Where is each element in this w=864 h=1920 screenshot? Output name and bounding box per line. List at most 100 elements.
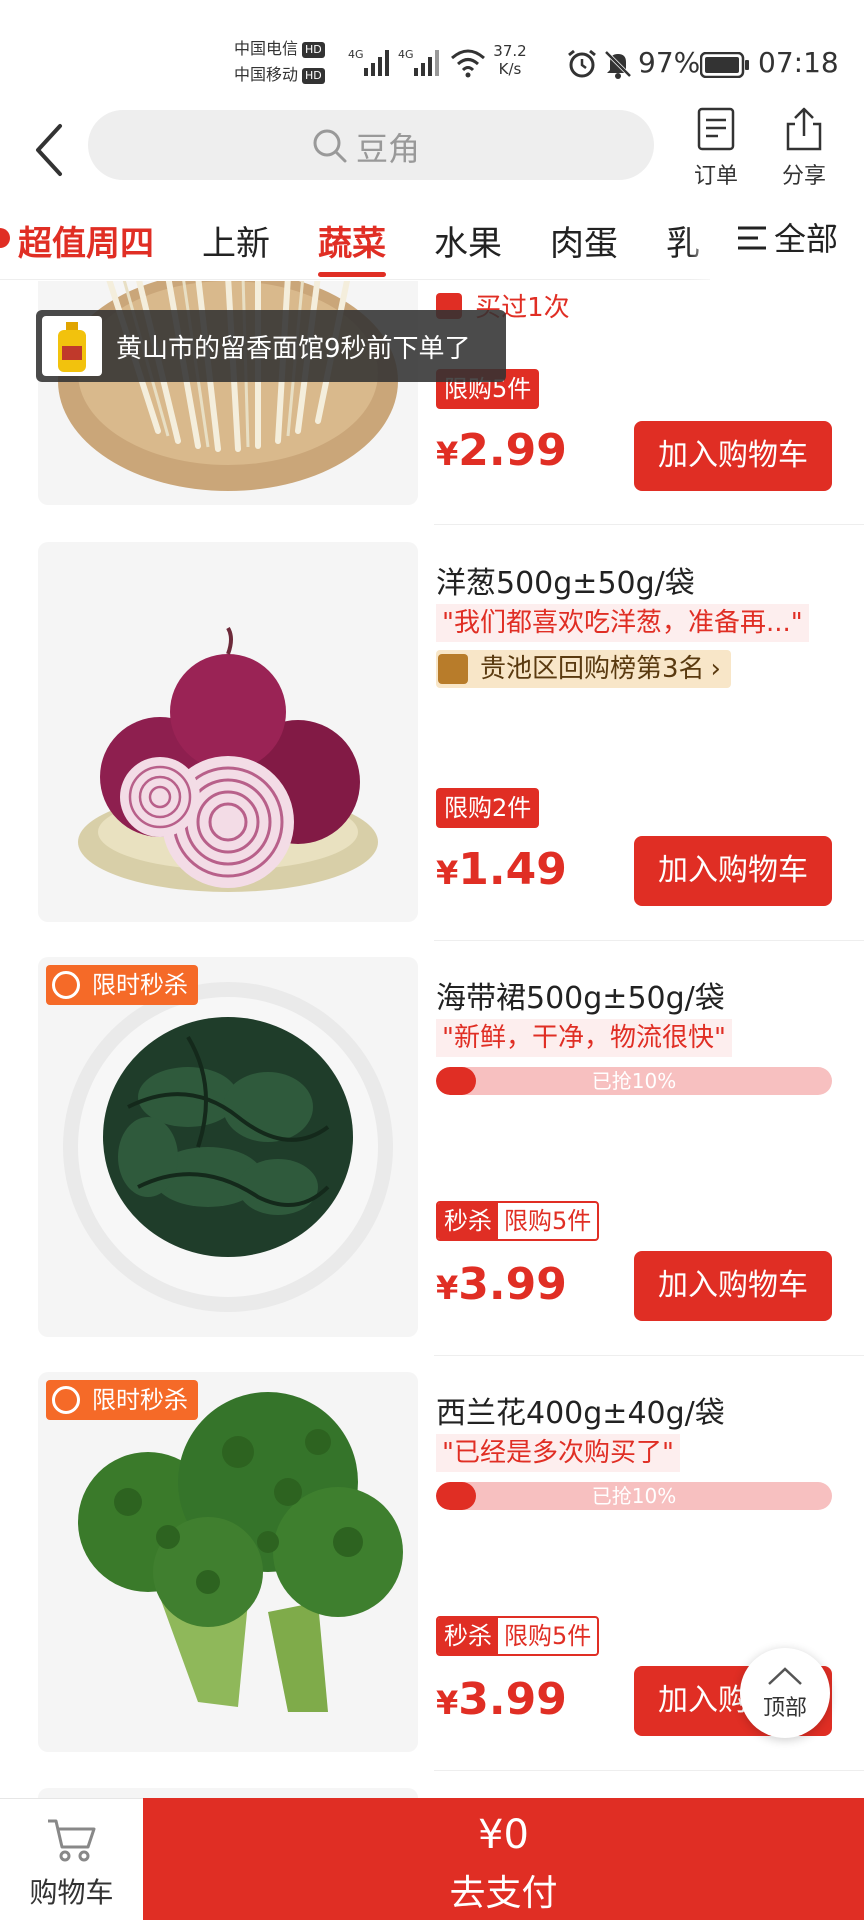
kelp-image [63, 982, 393, 1312]
review-quote: "我们都喜欢吃洋葱，准备再..." [436, 604, 809, 642]
status-bar: 中国电信 HD 中国移动 HD 4G 4G 37.2 K/s 97% 07:18 [0, 0, 864, 100]
signal-icon-2: 4G [398, 46, 444, 82]
seckill-limit-badge: 秒杀 限购5件 [436, 1201, 600, 1241]
review-quote: "新鲜，干净，物流很快" [436, 1019, 732, 1057]
currency: ¥ [436, 1269, 459, 1307]
sale-progress-bar: 已抢10% [436, 1482, 832, 1510]
product-image[interactable] [38, 542, 418, 922]
currency: ¥ [436, 1684, 459, 1722]
currency: ¥ [436, 854, 459, 892]
checkout-button[interactable]: ¥0 去支付 [143, 1798, 864, 1920]
sale-progress-text: 已抢10% [591, 1069, 677, 1093]
all-categories-button[interactable]: 全部 [710, 200, 864, 280]
search-bar[interactable]: 豆角 [88, 110, 654, 180]
broccoli-image [78, 1392, 403, 1712]
currency: ¥ [436, 435, 459, 473]
active-tab-indicator [318, 272, 386, 277]
limit-tag: 限购5件 [504, 1207, 592, 1235]
svg-text:4G: 4G [398, 48, 414, 61]
network-speed: 37.2 K/s [490, 42, 530, 78]
battery-percent: 97% [638, 46, 701, 79]
share-button[interactable]: 分享 [764, 106, 844, 190]
orders-button[interactable]: 订单 [676, 106, 756, 190]
flash-sale-badge: 限时秒杀 [46, 1380, 198, 1420]
carrier-2: 中国移动 [234, 65, 299, 84]
price: ¥3.99 [436, 1674, 567, 1725]
product-name[interactable]: 海带裙500g±50g/袋 [436, 973, 725, 1017]
divider [434, 1355, 864, 1356]
tab-meat-eggs[interactable]: 肉蛋 [550, 216, 618, 265]
alarm-icon [566, 48, 598, 84]
orders-label: 订单 [693, 164, 738, 189]
back-button[interactable] [30, 122, 70, 178]
chevron-left-icon [36, 124, 62, 176]
divider [434, 940, 864, 941]
back-to-top-label: 顶部 [762, 1696, 807, 1721]
price-value: 3.99 [458, 1674, 567, 1725]
sale-progress-text: 已抢10% [591, 1484, 677, 1508]
checkout-label: 去支付 [449, 1873, 558, 1914]
oil-bottle-thumbnail [42, 316, 102, 376]
ranking-icon [438, 654, 468, 684]
review-quote: "已经是多次购买了" [436, 1434, 680, 1472]
list-icon [738, 226, 766, 250]
price: ¥2.99 [436, 425, 567, 476]
product-image[interactable] [38, 1372, 418, 1752]
product-card[interactable]: 限时秒杀 西兰花400g±40g/袋 "已经是多次购买了" 已抢10% 秒杀 限购… [0, 1372, 864, 1787]
onion-image [78, 626, 378, 892]
speed-unit: K/s [498, 60, 522, 78]
clock-icon [52, 1386, 80, 1414]
product-name[interactable]: 洋葱500g±50g/袋 [436, 558, 695, 602]
clock-icon [52, 971, 80, 999]
product-card[interactable]: 限时秒杀 海带裙500g±50g/袋 "新鲜，干净，物流很快" 已抢10% 秒杀… [0, 957, 864, 1372]
carrier-1: 中国电信 [234, 39, 299, 58]
tab-dairy[interactable]: 乳 [666, 216, 700, 265]
flash-sale-badge: 限时秒杀 [46, 965, 198, 1005]
share-label: 分享 [781, 164, 826, 189]
add-to-cart-button[interactable]: 加入购物车 [634, 421, 832, 491]
signal-icon-1: 4G [348, 46, 394, 82]
orders-icon [697, 107, 735, 151]
price: ¥1.49 [436, 844, 567, 895]
price-value: 2.99 [458, 425, 567, 476]
seckill-tag: 秒杀 [438, 1618, 498, 1654]
bottom-bar: 购物车 ¥0 去支付 [0, 1798, 864, 1920]
limit-badge: 限购2件 [436, 788, 540, 828]
cart-total: ¥0 [478, 1812, 529, 1858]
carrier-info: 中国电信 HD 中国移动 HD [234, 36, 325, 88]
rank-badge[interactable]: 贵池区回购榜第3名 › [436, 650, 731, 688]
cart-button[interactable]: 购物车 [0, 1798, 143, 1920]
clock: 07:18 [758, 46, 839, 79]
cart-icon [48, 1819, 96, 1862]
rank-text: 贵池区回购榜第3名 [480, 654, 705, 684]
tab-fruit[interactable]: 水果 [434, 216, 502, 265]
back-to-top-button[interactable]: 顶部 [740, 1648, 830, 1738]
battery-icon [699, 51, 750, 82]
toast-text: 黄山市的留香面馆9秒前下单了 [116, 334, 471, 364]
hd-badge-1: HD [302, 41, 325, 58]
seckill-limit-badge: 秒杀 限购5件 [436, 1616, 600, 1656]
wifi-icon [450, 48, 486, 82]
search-placeholder: 豆角 [356, 130, 421, 168]
seckill-tag: 秒杀 [438, 1203, 498, 1239]
product-card[interactable]: 洋葱500g±50g/袋 "我们都喜欢吃洋葱，准备再..." 贵池区回购榜第3名… [0, 542, 864, 957]
product-name[interactable]: 西兰花400g±40g/袋 [436, 1388, 725, 1432]
sale-progress-bar: 已抢10% [436, 1067, 832, 1095]
promo-dot-icon [0, 228, 10, 248]
tab-new[interactable]: 上新 [202, 216, 270, 265]
mute-icon [602, 48, 634, 84]
flash-sale-text: 限时秒杀 [92, 1386, 188, 1414]
divider [434, 524, 864, 525]
hd-badge-2: HD [302, 67, 325, 84]
product-image[interactable] [38, 957, 418, 1337]
share-icon [786, 107, 822, 151]
tab-thursday-deals[interactable]: 超值周四 [18, 216, 154, 265]
add-to-cart-button[interactable]: 加入购物车 [634, 836, 832, 906]
divider [434, 1770, 864, 1771]
cart-label: 购物车 [29, 1876, 114, 1909]
speed-value: 37.2 [493, 42, 527, 60]
header: 豆角 订单 分享 [0, 100, 864, 200]
flash-sale-text: 限时秒杀 [92, 971, 188, 999]
add-to-cart-button[interactable]: 加入购物车 [634, 1251, 832, 1321]
tab-vegetables[interactable]: 蔬菜 [318, 216, 386, 265]
